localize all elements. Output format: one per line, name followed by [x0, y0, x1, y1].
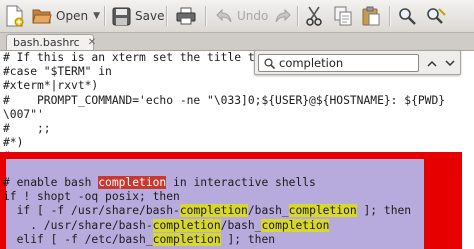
new-document-icon	[6, 5, 24, 27]
toolbar-separator	[205, 6, 207, 26]
code-line: . /usr/share/bash-completion/bash_comple…	[3, 218, 411, 233]
code-segment: in interactive shells	[166, 176, 316, 189]
search-match: completion	[179, 204, 248, 218]
document-tab-bar: bash.bashrc ✕	[0, 33, 474, 51]
close-icon[interactable]: ✕	[88, 37, 96, 48]
code-line: if ! shopt -oq posix; then	[3, 190, 411, 204]
paste-icon	[362, 6, 380, 26]
search-match: completion	[288, 204, 357, 218]
chevron-up-icon	[427, 60, 437, 67]
document-tab[interactable]: bash.bashrc ✕	[6, 34, 96, 50]
code-line: elif [ -f /etc/bash_completion ]; then	[3, 232, 411, 247]
code-segment: ]; then	[356, 204, 412, 218]
toolbar: Open ▼ Save Undo	[0, 0, 474, 33]
search-match: completion	[152, 218, 221, 232]
redo-button[interactable]	[274, 0, 292, 32]
code-segment: elif [ -f /etc/bash_	[3, 232, 153, 246]
print-icon	[176, 7, 196, 25]
next-match-button[interactable]	[441, 54, 459, 72]
tab-title: bash.bashrc	[13, 36, 80, 49]
undo-button[interactable]: Undo	[215, 0, 268, 32]
code-line: \007"'	[3, 107, 44, 121]
code-line: #*)	[3, 136, 24, 150]
toolbar-separator	[297, 6, 299, 26]
search-match: completion	[261, 218, 330, 232]
save-icon	[112, 7, 131, 25]
code-line: # ;;	[3, 121, 51, 135]
undo-icon	[216, 8, 232, 23]
code-segment: . /usr/share/bash-	[3, 218, 153, 232]
text-editor[interactable]: # If this is an xterm set the title to #c…	[0, 51, 474, 249]
undo-label: Undo	[237, 9, 269, 23]
find-replace-button[interactable]	[426, 0, 446, 32]
save-label: Save	[135, 9, 165, 23]
code-line: if [ -f /usr/share/bash-completion/bash_…	[3, 204, 411, 218]
find-replace-icon	[427, 8, 446, 24]
save-button[interactable]: Save	[112, 0, 164, 32]
toolbar-separator	[104, 6, 106, 26]
search-query: completion	[279, 56, 344, 70]
selected-code-text: # enable bash completion in interactive …	[3, 176, 411, 247]
open-button[interactable]: Open ▼	[32, 0, 100, 32]
code-segment: if [ -f /usr/share/bash-	[3, 204, 180, 218]
new-document-button[interactable]	[4, 0, 24, 32]
print-button[interactable]	[176, 0, 196, 32]
copy-icon	[334, 6, 352, 26]
copy-button[interactable]	[334, 0, 352, 32]
code-line: # enable bash completion in interactive …	[3, 176, 411, 190]
search-match: completion	[152, 232, 221, 246]
code-line: #xterm*|rxvt*)	[3, 79, 99, 93]
previous-match-button[interactable]	[423, 54, 441, 72]
folder-open-icon	[32, 9, 52, 24]
code-line: # PROMPT_COMMAND='echo -ne "\033]0;${USE…	[3, 93, 446, 107]
search-icon	[264, 57, 275, 69]
find-button[interactable]	[398, 0, 416, 32]
code-segment: # enable bash	[3, 176, 99, 189]
chevron-down-icon[interactable]: ▼	[93, 11, 100, 21]
scissors-icon	[306, 6, 322, 26]
code-segment: ]; then	[220, 232, 276, 246]
interactive-search-box: completion	[254, 50, 461, 75]
paste-button[interactable]	[362, 0, 380, 32]
code-segment: /bash_	[220, 218, 262, 232]
search-input[interactable]: completion	[258, 54, 419, 72]
chevron-down-icon	[445, 59, 455, 66]
search-icon	[399, 8, 416, 25]
current-search-match: completion	[98, 176, 167, 189]
toolbar-separator	[166, 6, 168, 26]
open-label: Open	[56, 9, 89, 23]
code-segment: /bash_	[247, 204, 289, 218]
code-segment: if ! shopt -oq posix; then	[3, 190, 180, 204]
cut-button[interactable]	[306, 0, 322, 32]
redo-icon	[275, 8, 291, 23]
toolbar-separator	[389, 6, 391, 26]
